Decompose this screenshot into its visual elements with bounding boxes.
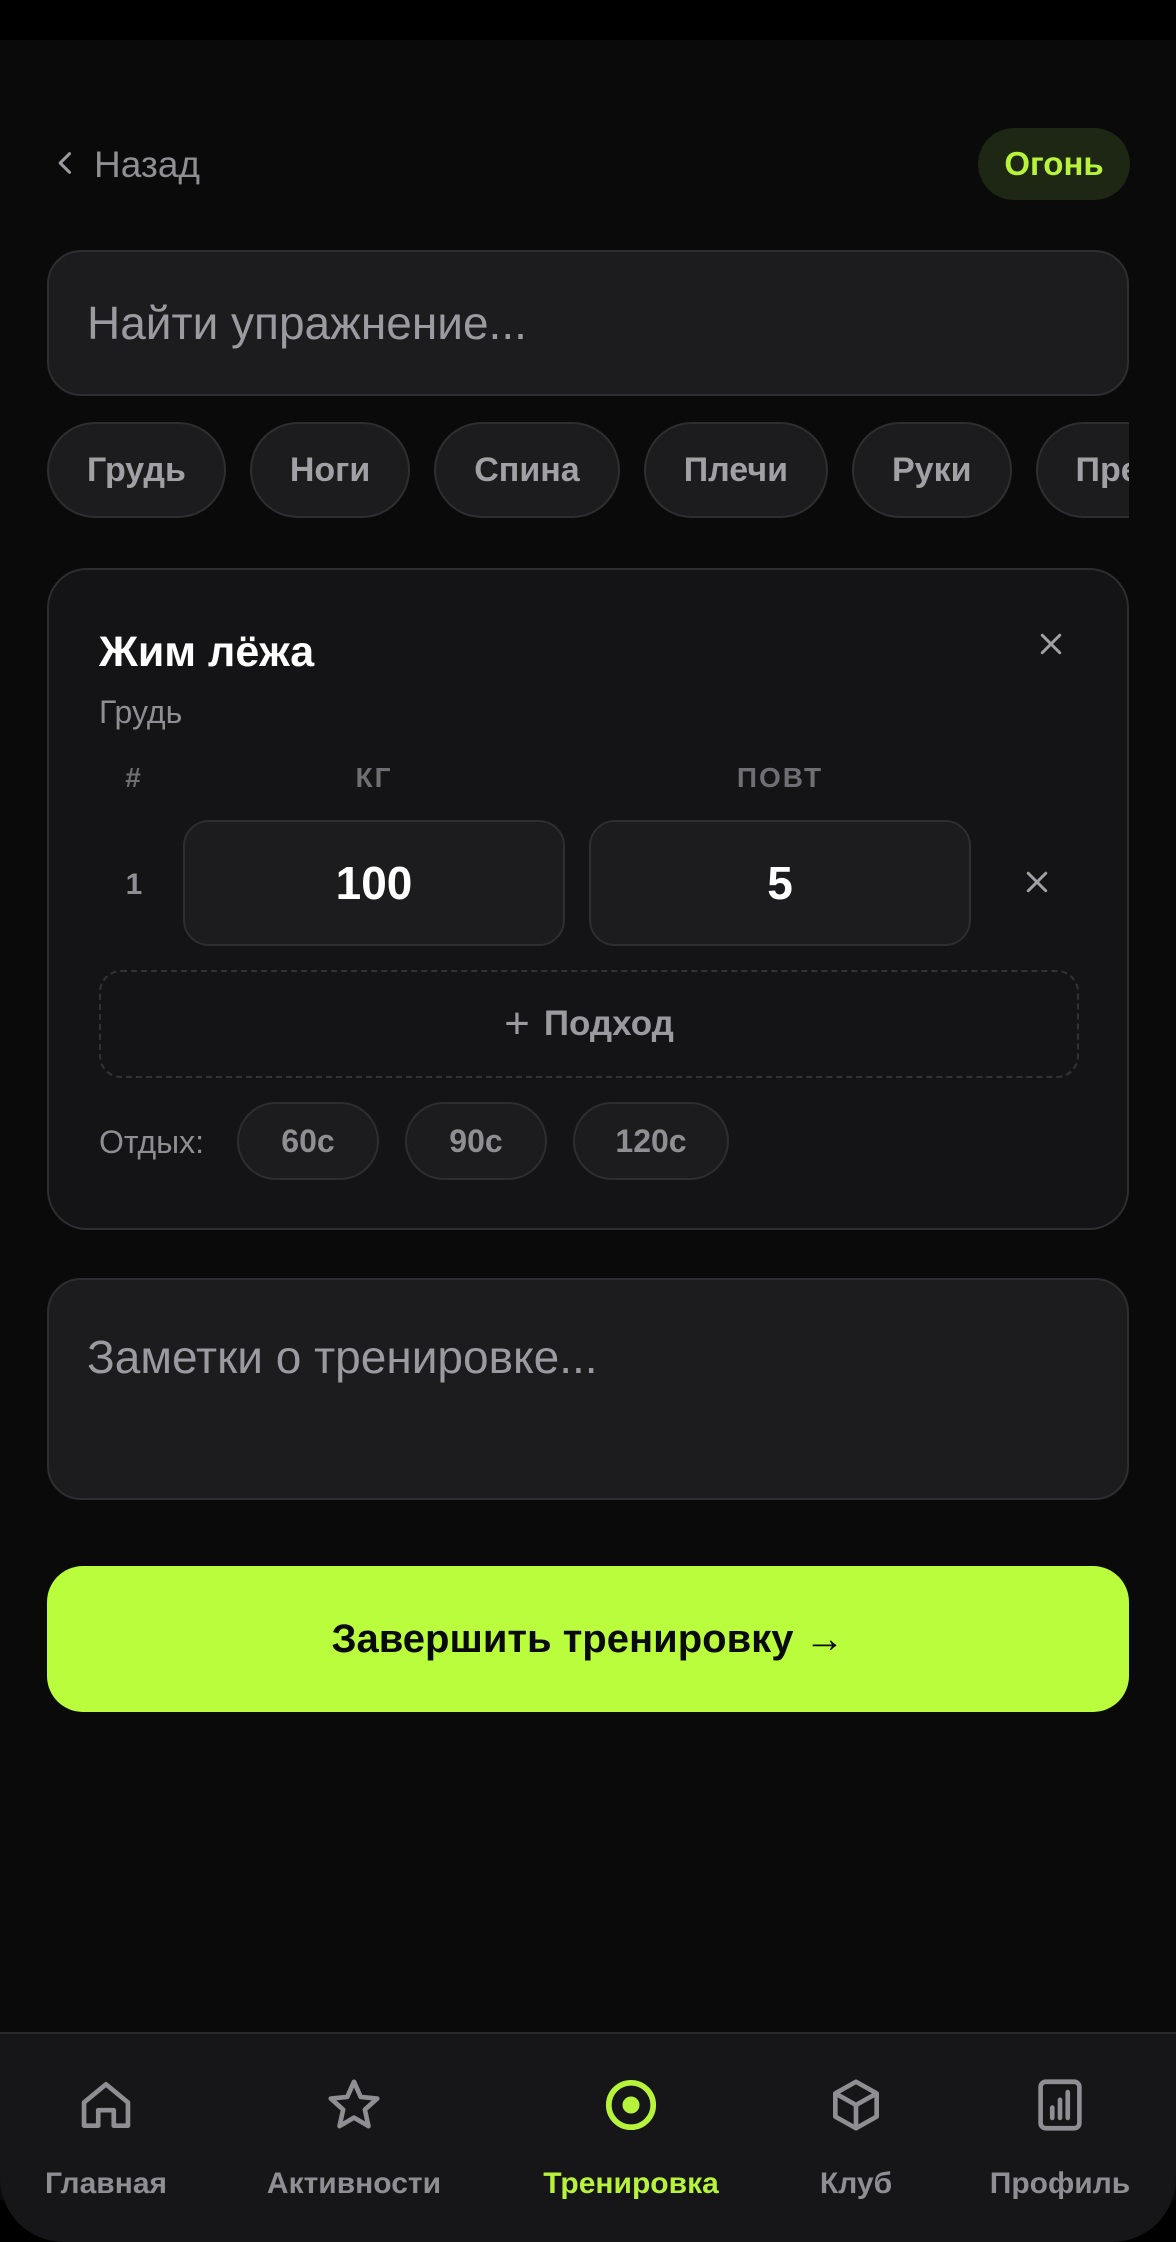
stats-icon xyxy=(1029,2074,1091,2141)
nav-item-profile[interactable]: Профиль xyxy=(990,2074,1130,2214)
back-label: Назад xyxy=(94,144,201,185)
exercise-card: Жим лёжа Грудь # КГ ПОВТ 1 100 5 + Подхо… xyxy=(47,568,1129,1230)
workout-notes-input[interactable]: Заметки о тренировке... xyxy=(47,1278,1129,1500)
chip-back[interactable]: Спина xyxy=(434,422,620,518)
exercise-title: Жим лёжа xyxy=(99,628,315,676)
column-reps: ПОВТ xyxy=(736,762,824,793)
muscle-filter-list: Грудь Ноги Спина Плечи Руки Пресс xyxy=(47,422,1129,522)
nav-label: Главная xyxy=(45,2167,168,2200)
close-icon xyxy=(1036,629,1066,664)
plus-icon: + xyxy=(504,999,530,1048)
bottom-nav: Главная Активности Тренировка Клуб Профи… xyxy=(0,2032,1176,2242)
nav-item-home[interactable]: Главная xyxy=(45,2074,168,2214)
chip-shoulders[interactable]: Плечи xyxy=(643,422,828,518)
nav-label: Профиль xyxy=(989,2167,1131,2200)
nav-item-club[interactable]: Клуб xyxy=(816,2074,896,2214)
nav-label: Активности xyxy=(266,2167,442,2200)
column-weight: КГ xyxy=(355,762,393,793)
chevron-left-icon xyxy=(52,149,80,182)
rest-option-90[interactable]: 90с xyxy=(405,1102,547,1180)
add-set-label: Подход xyxy=(543,1004,674,1043)
target-icon xyxy=(600,2074,662,2141)
exercise-search-input[interactable]: Найти упражнение... xyxy=(47,250,1129,396)
set-number: 1 xyxy=(125,868,143,901)
chip-abs[interactable]: Пресс xyxy=(1035,422,1129,518)
rest-option-120[interactable]: 120с xyxy=(573,1102,729,1180)
back-button[interactable]: Назад xyxy=(52,140,200,190)
close-icon xyxy=(1022,867,1052,902)
nav-item-activities[interactable]: Активности xyxy=(264,2074,444,2214)
reps-input[interactable]: 5 xyxy=(589,820,971,946)
remove-set-button[interactable] xyxy=(1017,864,1057,904)
rest-label: Отдых: xyxy=(99,1124,205,1160)
workout-screen: Назад Огонь Найти упражнение... Грудь Но… xyxy=(0,40,1176,2242)
nav-item-workout[interactable]: Тренировка xyxy=(538,2074,724,2214)
add-set-button[interactable]: + Подход xyxy=(99,970,1079,1078)
finish-workout-button[interactable]: Завершить тренировку → xyxy=(47,1566,1129,1712)
star-icon xyxy=(323,2074,385,2141)
exercise-muscle: Грудь xyxy=(99,694,183,730)
mode-badge[interactable]: Огонь xyxy=(978,128,1130,200)
rest-option-60[interactable]: 60с xyxy=(237,1102,379,1180)
chip-arms[interactable]: Руки xyxy=(851,422,1012,518)
home-icon xyxy=(75,2074,137,2141)
status-bar xyxy=(0,0,1176,40)
cube-icon xyxy=(825,2074,887,2141)
remove-exercise-button[interactable] xyxy=(1031,626,1071,666)
chip-legs[interactable]: Ноги xyxy=(249,422,411,518)
column-set: # xyxy=(125,762,143,793)
nav-label: Клуб xyxy=(819,2167,893,2200)
nav-label: Тренировка xyxy=(543,2167,719,2200)
chip-chest[interactable]: Грудь xyxy=(47,422,226,518)
weight-input[interactable]: 100 xyxy=(183,820,565,946)
